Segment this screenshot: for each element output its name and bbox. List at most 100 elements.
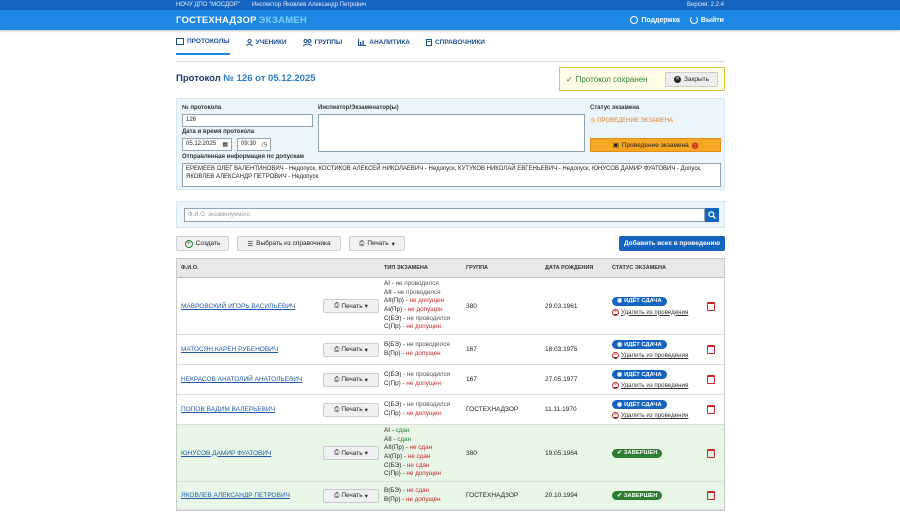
chevron-down-icon: ▾ xyxy=(364,492,368,500)
group-cell: 167 xyxy=(466,376,477,383)
group-cell: 380 xyxy=(466,302,477,310)
remove-from-exam-link[interactable]: × Удалить из проведения xyxy=(612,412,688,419)
clock-icon: ◷ xyxy=(590,118,596,124)
list-icon: ☰ xyxy=(247,240,254,248)
dob-cell: 20.10.1994 xyxy=(545,492,578,499)
check-icon: ✓ xyxy=(566,74,573,84)
printer-icon: ⎙ xyxy=(334,491,340,499)
exam-types: C(БЭ) - не проводился C(Пр) - не допущен xyxy=(384,400,451,417)
printer-icon: ⎙ xyxy=(359,239,365,247)
clock-icon[interactable]: ◷ xyxy=(262,141,267,148)
table-row: ПОПОВ ВАДИМ ВАЛЕРЬЕВИЧ ⎙ Печать ▾ C(БЭ) - … xyxy=(177,395,724,425)
chevron-down-icon: ▾ xyxy=(364,406,368,414)
search-input[interactable]: Ф.И.О. экзаменуемого xyxy=(184,208,705,222)
remove-from-exam-link[interactable]: × Удалить из проведения xyxy=(612,382,688,389)
check-icon: ✔ xyxy=(617,450,622,456)
search-button[interactable] xyxy=(705,208,719,222)
status-cell: ◉ ИДЁТ СДАЧА × Удалить из проведения xyxy=(612,400,688,419)
remove-from-exam-link[interactable]: × Удалить из проведения xyxy=(612,308,688,316)
student-name-link[interactable]: НЕКРАСОВ АНАТОЛИЙ АНАТОЛЬЕВИЧ xyxy=(181,376,302,383)
table-row: ЮНУСОВ ДАМИР ФУАТОВИЧ ⎙ Печать ▾ AI - сдан… xyxy=(177,425,724,482)
table-row: МАТОСЯН КАРЕН РУБЕНОВИЧ ⎙ Печать ▾ B(БЭ) -… xyxy=(177,335,724,365)
row-print-button[interactable]: ⎙ Печать ▾ xyxy=(323,299,379,313)
nav-protocols[interactable]: ПРОТОКОЛЫ xyxy=(176,38,230,55)
col-dob: ДАТА РОЖДЕНИЯ xyxy=(545,265,594,271)
chevron-down-icon: ▾ xyxy=(391,240,395,248)
student-icon xyxy=(245,39,253,46)
table-row: МАВРОВСКИЙ ИГОРЬ ВАСИЛЬЕВИЧ ⎙ Печать ▾ AI … xyxy=(177,278,724,335)
student-name-link[interactable]: МАВРОВСКИЙ ИГОРЬ ВАСИЛЬЕВИЧ xyxy=(181,303,295,310)
remove-icon: × xyxy=(612,308,619,316)
protocol-number-input[interactable]: 126 xyxy=(182,114,313,127)
run-exam-button[interactable]: ▣ Проведение экзамена ⓿ xyxy=(590,138,721,152)
play-icon: ◉ xyxy=(617,341,623,348)
chevron-down-icon: ▾ xyxy=(364,376,368,384)
app-logo[interactable]: ГОСТЕХНАДЗОР ЭКЗАМЕН xyxy=(176,15,307,26)
row-print-button[interactable]: ⎙ Печать ▾ xyxy=(323,372,379,387)
support-link[interactable]: Поддержка xyxy=(630,16,680,24)
printer-icon: ⎙ xyxy=(334,375,340,383)
trash-icon[interactable] xyxy=(707,375,715,384)
book-icon xyxy=(425,39,432,46)
student-name-link[interactable]: МАТОСЯН КАРЕН РУБЕНОВИЧ xyxy=(181,346,278,353)
calendar-icon[interactable]: ▦ xyxy=(222,141,228,148)
student-name-link[interactable]: ПОПОВ ВАДИМ ВАЛЕРЬЕВИЧ xyxy=(181,406,275,413)
students-table: Ф.И.О. ТИП ЭКЗАМЕНА ГРУППА ДАТА РОЖДЕНИЯ… xyxy=(176,258,725,511)
time-input[interactable]: 09:30 ◷ xyxy=(237,138,271,151)
saved-text: Протокол сохранен xyxy=(575,74,648,84)
status-cell: ✔ ЗАВЕРШЕН xyxy=(612,448,663,458)
exam-types: C(БЭ) - не проводился C(Пр) - не допущен xyxy=(384,370,451,387)
student-name-link[interactable]: ЮНУСОВ ДАМИР ФУАТОВИЧ xyxy=(181,450,271,457)
dob-cell: 27.05.1977 xyxy=(545,376,578,383)
trash-icon[interactable] xyxy=(707,448,715,458)
printer-icon: ⎙ xyxy=(334,345,340,353)
search-panel: Ф.И.О. экзаменуемого xyxy=(176,201,725,228)
sent-info-textarea[interactable]: ЕРЕМЕЕВ ОЛЕГ ВАЛЕНТИНОВИЧ - Недопуск, КО… xyxy=(182,163,721,187)
create-button[interactable]: + Создать xyxy=(176,236,229,251)
add-all-button[interactable]: Добавить всех в проведению xyxy=(619,236,725,251)
page-title: Протокол № 126 от 05.12.2025 xyxy=(176,73,316,84)
group-cell: ГОСТЕХНАДЗОР xyxy=(466,406,519,413)
row-print-button[interactable]: ⎙ Печать ▾ xyxy=(323,488,379,503)
date-input[interactable]: 05.12.2025 ▦ xyxy=(182,138,232,151)
nav-directories[interactable]: СПРАВОЧНИКИ xyxy=(425,38,485,55)
group-cell: ГОСТЕХНАДЗОР xyxy=(466,492,519,499)
power-icon xyxy=(689,16,698,24)
trash-icon[interactable] xyxy=(707,405,715,414)
print-button[interactable]: ⎙ Печать ▾ xyxy=(349,236,405,251)
nav-groups[interactable]: ГРУППЫ xyxy=(302,38,342,55)
close-button[interactable]: ✕ Закрыть xyxy=(664,71,718,87)
status-cell: ◉ ИДЁТ СДАЧА × Удалить из проведения xyxy=(612,296,688,316)
inspector-name: Инспектор Яковлев Александр Петрович xyxy=(251,2,367,8)
printer-icon: ⎙ xyxy=(334,302,340,309)
group-cell: 167 xyxy=(466,346,477,353)
status-cell: ◉ ИДЁТ СДАЧА × Удалить из проведения xyxy=(612,340,688,359)
protocols-icon xyxy=(176,38,184,45)
exam-types: B(БЭ) - не проводился B(Пр) - не допущен xyxy=(384,340,450,357)
trash-icon[interactable] xyxy=(707,491,715,500)
exam-types: AI - не проводился AII - не проводился AII… xyxy=(384,280,451,331)
remove-icon: × xyxy=(612,412,619,419)
col-status: СТАТУС ЭКЗАМЕНА xyxy=(612,265,666,271)
row-print-button[interactable]: ⎙ Печать ▾ xyxy=(323,446,379,460)
row-print-button[interactable]: ⎙ Печать ▾ xyxy=(323,342,379,357)
row-print-button[interactable]: ⎙ Печать ▾ xyxy=(323,402,379,417)
inspector-textarea[interactable] xyxy=(318,114,585,152)
status-badge: ◉ ИДЁТ СДАЧА xyxy=(612,400,667,409)
remove-from-exam-link[interactable]: × Удалить из проведения xyxy=(612,352,688,359)
dob-cell: 19.05.1964 xyxy=(545,449,578,457)
group-icon xyxy=(302,39,312,46)
exam-types: B(БЭ) - не сдан B(Пр) - не допущен xyxy=(384,486,441,503)
nav-analytics[interactable]: АНАЛИТИКА xyxy=(358,38,410,55)
trash-icon[interactable] xyxy=(707,301,715,311)
pick-from-directory-button[interactable]: ☰ Выбрать из справочника xyxy=(237,236,341,251)
nav-students[interactable]: УЧЕНИКИ xyxy=(245,38,287,55)
trash-icon[interactable] xyxy=(707,345,715,354)
check-icon: ✔ xyxy=(617,492,622,499)
student-name-link[interactable]: ЯКОВЛЕВ АЛЕКСАНДР ПЕТРОВИЧ xyxy=(181,492,290,499)
remove-icon: × xyxy=(612,382,619,389)
nav-divider xyxy=(176,61,725,62)
table-row: НЕКРАСОВ АНАТОЛИЙ АНАТОЛЬЕВИЧ ⎙ Печать ▾ C… xyxy=(177,365,724,395)
logout-link[interactable]: Выйти xyxy=(689,16,724,24)
search-icon xyxy=(708,211,716,219)
